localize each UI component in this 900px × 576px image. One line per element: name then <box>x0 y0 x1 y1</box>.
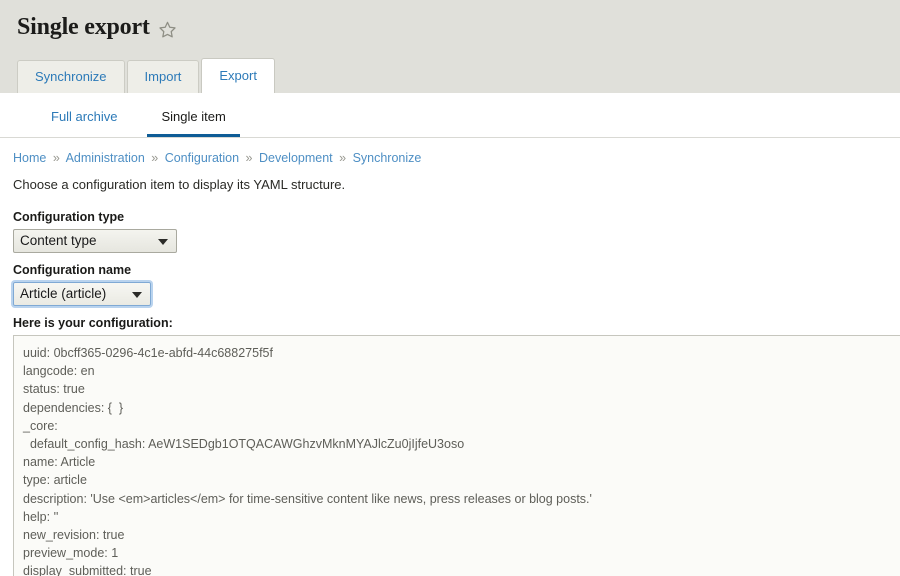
yaml-line: type: article <box>23 473 87 488</box>
breadcrumb-item-configuration[interactable]: Configuration <box>165 151 239 165</box>
breadcrumb-item-administration[interactable]: Administration <box>66 151 145 165</box>
yaml-line: description: 'Use <em>articles</em> for … <box>23 491 592 506</box>
config-type-field: Configuration type Content type <box>13 210 900 253</box>
config-name-select-wrap: Article (article) <box>13 281 151 306</box>
yaml-line: preview_mode: 1 <box>23 546 119 561</box>
primary-tab-bar: Synchronize Import Export <box>17 58 277 93</box>
yaml-line: new_revision: true <box>23 527 125 542</box>
yaml-line: langcode: en <box>23 364 95 379</box>
page-title: Single export <box>17 14 150 40</box>
config-type-select[interactable]: Content type <box>13 228 177 253</box>
yaml-output-textarea[interactable]: uuid: 0bcff365-0296-4c1e-abfd-44c688275f… <box>13 334 900 576</box>
config-name-field: Configuration name Article (article) <box>13 263 900 306</box>
tab-export[interactable]: Export <box>201 58 275 93</box>
breadcrumb-item-development[interactable]: Development <box>259 151 333 165</box>
page-root: Single export Synchronize Import Export … <box>0 0 900 576</box>
intro-description: Choose a configuration item to display i… <box>13 177 346 192</box>
yaml-line: status: true <box>23 382 85 397</box>
tab-synchronize[interactable]: Synchronize <box>17 60 125 93</box>
page-title-row: Single export <box>0 0 900 40</box>
tab-import[interactable]: Import <box>126 60 200 93</box>
star-outline-icon[interactable] <box>158 20 177 39</box>
breadcrumb-separator: » <box>151 151 159 165</box>
yaml-line: default_config_hash: AeW1SEDgb1OTQACAWGh… <box>23 436 465 451</box>
breadcrumb-item-synchronize[interactable]: Synchronize <box>353 151 422 165</box>
subtab-full-archive[interactable]: Full archive <box>29 93 139 137</box>
breadcrumb-separator: » <box>245 151 253 165</box>
yaml-line: _core: <box>23 418 58 433</box>
yaml-line: uuid: 0bcff365-0296-4c1e-abfd-44c688275f… <box>23 345 273 360</box>
yaml-line: display_submitted: true <box>23 564 152 576</box>
yaml-line: name: Article <box>23 455 96 470</box>
breadcrumb-separator: » <box>339 151 347 165</box>
secondary-tab-bar: Full archive Single item <box>0 93 900 138</box>
breadcrumb: Home » Administration » Configuration » … <box>13 151 900 166</box>
breadcrumb-item-home[interactable]: Home <box>13 151 46 165</box>
yaml-line: help: '' <box>23 509 59 524</box>
config-type-select-wrap: Content type <box>13 228 177 253</box>
config-name-label: Configuration name <box>13 262 132 277</box>
content-area: Full archive Single item Home » Administ… <box>0 93 900 576</box>
breadcrumb-separator: » <box>52 151 60 165</box>
page-header: Single export Synchronize Import Export <box>0 0 900 93</box>
yaml-line: dependencies: { } <box>23 400 124 415</box>
config-name-select[interactable]: Article (article) <box>13 281 151 306</box>
output-label: Here is your configuration: <box>13 315 173 330</box>
subtab-single-item[interactable]: Single item <box>139 93 247 137</box>
config-type-label: Configuration type <box>13 209 125 224</box>
body-area: Home » Administration » Configuration » … <box>0 138 900 576</box>
